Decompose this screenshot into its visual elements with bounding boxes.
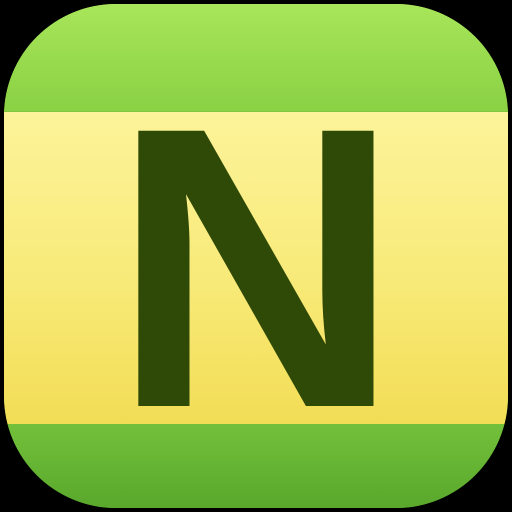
app-icon[interactable]: N [4,4,508,508]
icon-letter: N [111,44,401,491]
